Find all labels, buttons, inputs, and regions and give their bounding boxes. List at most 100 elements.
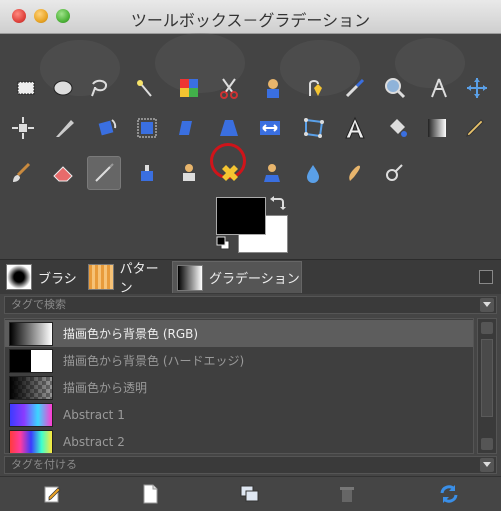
- refresh-gradients-button[interactable]: [436, 481, 462, 507]
- stamp-icon: [183, 164, 195, 181]
- rotate-icon: [98, 119, 117, 136]
- tab-menu-button[interactable]: [479, 270, 493, 284]
- color-picker-tool[interactable]: [338, 71, 372, 105]
- gradient-icon: [428, 119, 446, 137]
- pencil-icon: [466, 119, 484, 137]
- new-gradient-button[interactable]: [137, 481, 163, 507]
- bottom-toolbar: [0, 476, 501, 511]
- cage-transform-tool[interactable]: [297, 111, 331, 145]
- list-scrollbar[interactable]: [477, 318, 497, 454]
- smudge-tool[interactable]: [337, 156, 371, 190]
- heal-tool[interactable]: [213, 156, 247, 190]
- crop-tool[interactable]: [48, 111, 82, 145]
- chevron-down-icon[interactable]: [480, 458, 494, 472]
- scale-tool[interactable]: [130, 111, 164, 145]
- list-item[interactable]: 描画色から透明: [5, 374, 473, 401]
- flip-icon: [260, 121, 280, 135]
- bucket-icon: [390, 119, 407, 137]
- scale-icon: [137, 118, 157, 138]
- perspective-tool[interactable]: [212, 111, 246, 145]
- tag-filter-field[interactable]: タグで検索: [4, 296, 497, 314]
- ink-tool[interactable]: [130, 156, 164, 190]
- duplicate-gradient-button[interactable]: [237, 481, 263, 507]
- edit-pencil-icon: [44, 486, 61, 503]
- delete-gradient-button[interactable]: [334, 481, 360, 507]
- list-item[interactable]: Abstract 2: [5, 428, 473, 453]
- foreground-color-swatch[interactable]: [216, 197, 266, 235]
- cage-icon: [304, 118, 324, 138]
- rotate-tool[interactable]: [90, 111, 124, 145]
- gradient-preview: [9, 321, 53, 346]
- gradient-name: Abstract 2: [63, 434, 125, 449]
- scroll-down-icon[interactable]: [481, 438, 493, 450]
- scissors-select-tool[interactable]: [212, 71, 246, 105]
- measure-tool[interactable]: [422, 71, 456, 105]
- water-drop-icon: [307, 165, 319, 183]
- zoom-tool[interactable]: [378, 71, 412, 105]
- knife-icon: [56, 120, 74, 137]
- free-select-tool[interactable]: [82, 71, 116, 105]
- edit-gradient-button[interactable]: [40, 481, 66, 507]
- eraser-icon: [53, 166, 73, 182]
- text-tool[interactable]: [338, 111, 372, 145]
- dodge-burn-icon: [386, 164, 403, 181]
- tab-patterns[interactable]: パターン: [84, 261, 170, 296]
- foreground-select-tool[interactable]: [256, 71, 290, 105]
- list-item[interactable]: 描画色から背景色 (ハードエッジ): [5, 347, 473, 374]
- fuzzy-select-tool[interactable]: [128, 71, 162, 105]
- clone-tool[interactable]: [172, 156, 206, 190]
- paintbrush-icon: [13, 162, 31, 182]
- tag-assign-field[interactable]: タグを付ける: [4, 456, 497, 474]
- ink-bottle-icon: [141, 165, 153, 181]
- foreground-select-icon: [267, 79, 279, 98]
- bucket-fill-tool[interactable]: [380, 111, 414, 145]
- airbrush-tool[interactable]: [87, 156, 121, 190]
- pencil-tool[interactable]: [458, 111, 492, 145]
- eraser-tool[interactable]: [46, 156, 80, 190]
- bandage-icon: [222, 165, 238, 181]
- list-item[interactable]: Abstract 1: [5, 401, 473, 428]
- scroll-up-icon[interactable]: [481, 322, 493, 334]
- reset-colors-icon[interactable]: [216, 236, 230, 250]
- align-icon: [12, 117, 34, 139]
- gradient-name: 描画色から透明: [63, 381, 148, 395]
- ellipse-select-icon: [53, 80, 73, 96]
- tab-label: グラデーション: [209, 272, 300, 287]
- tab-brushes[interactable]: ブラシ: [2, 261, 82, 293]
- move-tool[interactable]: [460, 71, 494, 105]
- paths-tool[interactable]: [299, 71, 333, 105]
- swap-colors-icon[interactable]: [270, 196, 286, 212]
- paintbrush-tool[interactable]: [4, 156, 38, 190]
- eyedropper-icon: [345, 78, 365, 98]
- perspective-clone-tool[interactable]: [255, 156, 289, 190]
- gradient-name: 描画色から背景色 (ハードエッジ): [63, 354, 245, 368]
- gradient-name: 描画色から背景色 (RGB): [63, 327, 199, 341]
- select-by-color-tool[interactable]: [172, 71, 206, 105]
- dock-tab-bar: ブラシ パターン グラデーション: [0, 259, 501, 296]
- align-tool[interactable]: [6, 111, 40, 145]
- tab-label: ブラシ: [38, 271, 77, 287]
- rect-select-tool[interactable]: [9, 71, 43, 105]
- perspective-icon: [220, 120, 238, 136]
- tag-filter-placeholder: タグで検索: [11, 298, 66, 311]
- airbrush-icon: [95, 163, 114, 182]
- gradient-list: 描画色から背景色 (RGB) 描画色から背景色 (ハードエッジ) 描画色から透明…: [4, 318, 474, 454]
- gradient-preview: [9, 375, 53, 400]
- magnifier-icon: [385, 78, 406, 99]
- blend-tool[interactable]: [420, 111, 454, 145]
- shear-icon: [179, 121, 192, 135]
- move-arrows-icon: [467, 78, 487, 98]
- chevron-down-icon[interactable]: [480, 298, 494, 312]
- list-item[interactable]: 描画色から背景色 (RGB): [5, 320, 473, 347]
- shear-tool[interactable]: [170, 111, 204, 145]
- dodge-burn-tool[interactable]: [377, 156, 411, 190]
- select-by-color-icon: [180, 79, 198, 97]
- tool-palette: [0, 33, 501, 259]
- refresh-icon: [440, 485, 458, 503]
- tab-gradients[interactable]: グラデーション: [172, 261, 302, 293]
- flip-tool[interactable]: [253, 111, 287, 145]
- blur-sharpen-tool[interactable]: [296, 156, 330, 190]
- ellipse-select-tool[interactable]: [46, 71, 80, 105]
- scroll-thumb[interactable]: [481, 339, 493, 417]
- gradient-preview: [9, 429, 53, 453]
